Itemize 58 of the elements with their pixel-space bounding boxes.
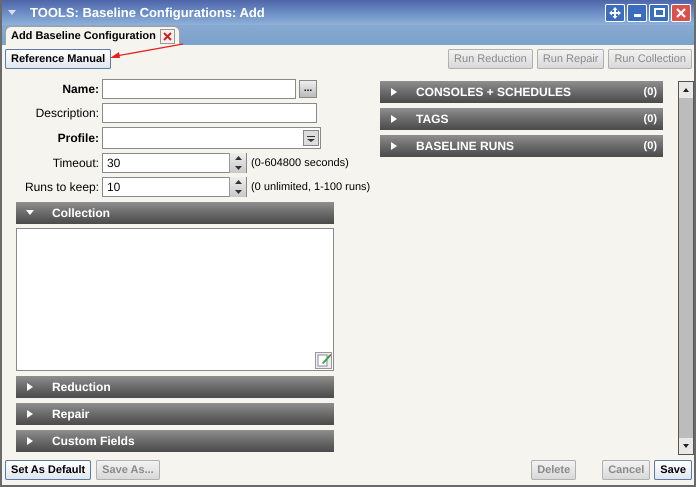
input-field[interactable] <box>102 79 296 99</box>
close-tab-icon[interactable] <box>160 28 175 44</box>
item-count: (0) <box>644 84 657 100</box>
spinner-buttons[interactable] <box>229 177 246 197</box>
section-title: Reduction <box>52 379 112 396</box>
number-field[interactable]: 30 <box>102 153 247 173</box>
close-button[interactable] <box>671 4 691 22</box>
collapse-icon <box>26 209 34 217</box>
move-icon <box>608 6 622 20</box>
section-header[interactable]: BASELINE RUNS (0) <box>380 135 663 157</box>
item-count: (0) <box>644 138 657 154</box>
expand-icon <box>26 437 34 445</box>
tab[interactable]: Add Baseline Configuration <box>5 26 180 45</box>
menu-icon[interactable] <box>8 10 16 16</box>
input-field[interactable] <box>102 103 317 123</box>
section-title: Collection <box>52 205 112 222</box>
section-title: CONSOLES + SCHEDULES <box>416 84 572 101</box>
section-header[interactable]: Collection <box>16 202 334 224</box>
select-field[interactable] <box>102 127 321 149</box>
section-title: BASELINE RUNS <box>416 138 516 155</box>
maximize-button[interactable] <box>649 4 669 22</box>
button[interactable]: Set As Default <box>5 460 92 480</box>
expand-icon <box>390 142 398 150</box>
section-title: TAGS <box>416 111 450 128</box>
field-hint: (0 unlimited, 1-100 runs) <box>251 180 370 195</box>
section-header[interactable]: CONSOLES + SCHEDULES (0) <box>380 81 663 103</box>
section-header[interactable]: Custom Fields <box>16 430 334 452</box>
move-button[interactable] <box>605 4 625 22</box>
expand-icon <box>390 88 398 96</box>
browse-button[interactable]: ... <box>299 80 317 98</box>
expand-icon <box>26 383 34 391</box>
button[interactable]: Reference Manual <box>5 49 112 69</box>
number-field[interactable]: 10 <box>102 177 247 197</box>
section-header[interactable]: TAGS (0) <box>380 108 663 130</box>
expand-icon <box>390 115 398 123</box>
item-count: (0) <box>644 112 657 127</box>
scroll-down-icon[interactable] <box>679 438 693 454</box>
section-header[interactable]: Repair <box>16 403 334 425</box>
spinner-buttons[interactable] <box>229 153 246 173</box>
window-title: TOOLS: Baseline Configurations: Add <box>30 4 266 22</box>
edit-icon[interactable] <box>315 352 332 369</box>
minimize-button[interactable] <box>627 4 647 22</box>
field-label: Runs to keep: <box>24 179 100 196</box>
button[interactable]: Save <box>654 460 692 480</box>
field-hint: (0-604800 seconds) <box>251 156 349 171</box>
field-label: Profile: <box>56 130 100 147</box>
field-label: Timeout: <box>52 155 100 172</box>
expand-icon <box>26 410 34 418</box>
section-title: Repair <box>52 406 90 423</box>
section-header[interactable]: Reduction <box>16 376 334 398</box>
dropdown-icon <box>303 130 319 146</box>
field-label: Name: <box>61 81 100 98</box>
scroll-up-icon[interactable] <box>679 82 693 98</box>
text-area[interactable] <box>16 228 334 371</box>
scrollbar[interactable] <box>678 81 694 455</box>
section-title: Custom Fields <box>52 433 136 450</box>
close-icon <box>676 8 686 18</box>
field-label: Description: <box>34 105 100 122</box>
